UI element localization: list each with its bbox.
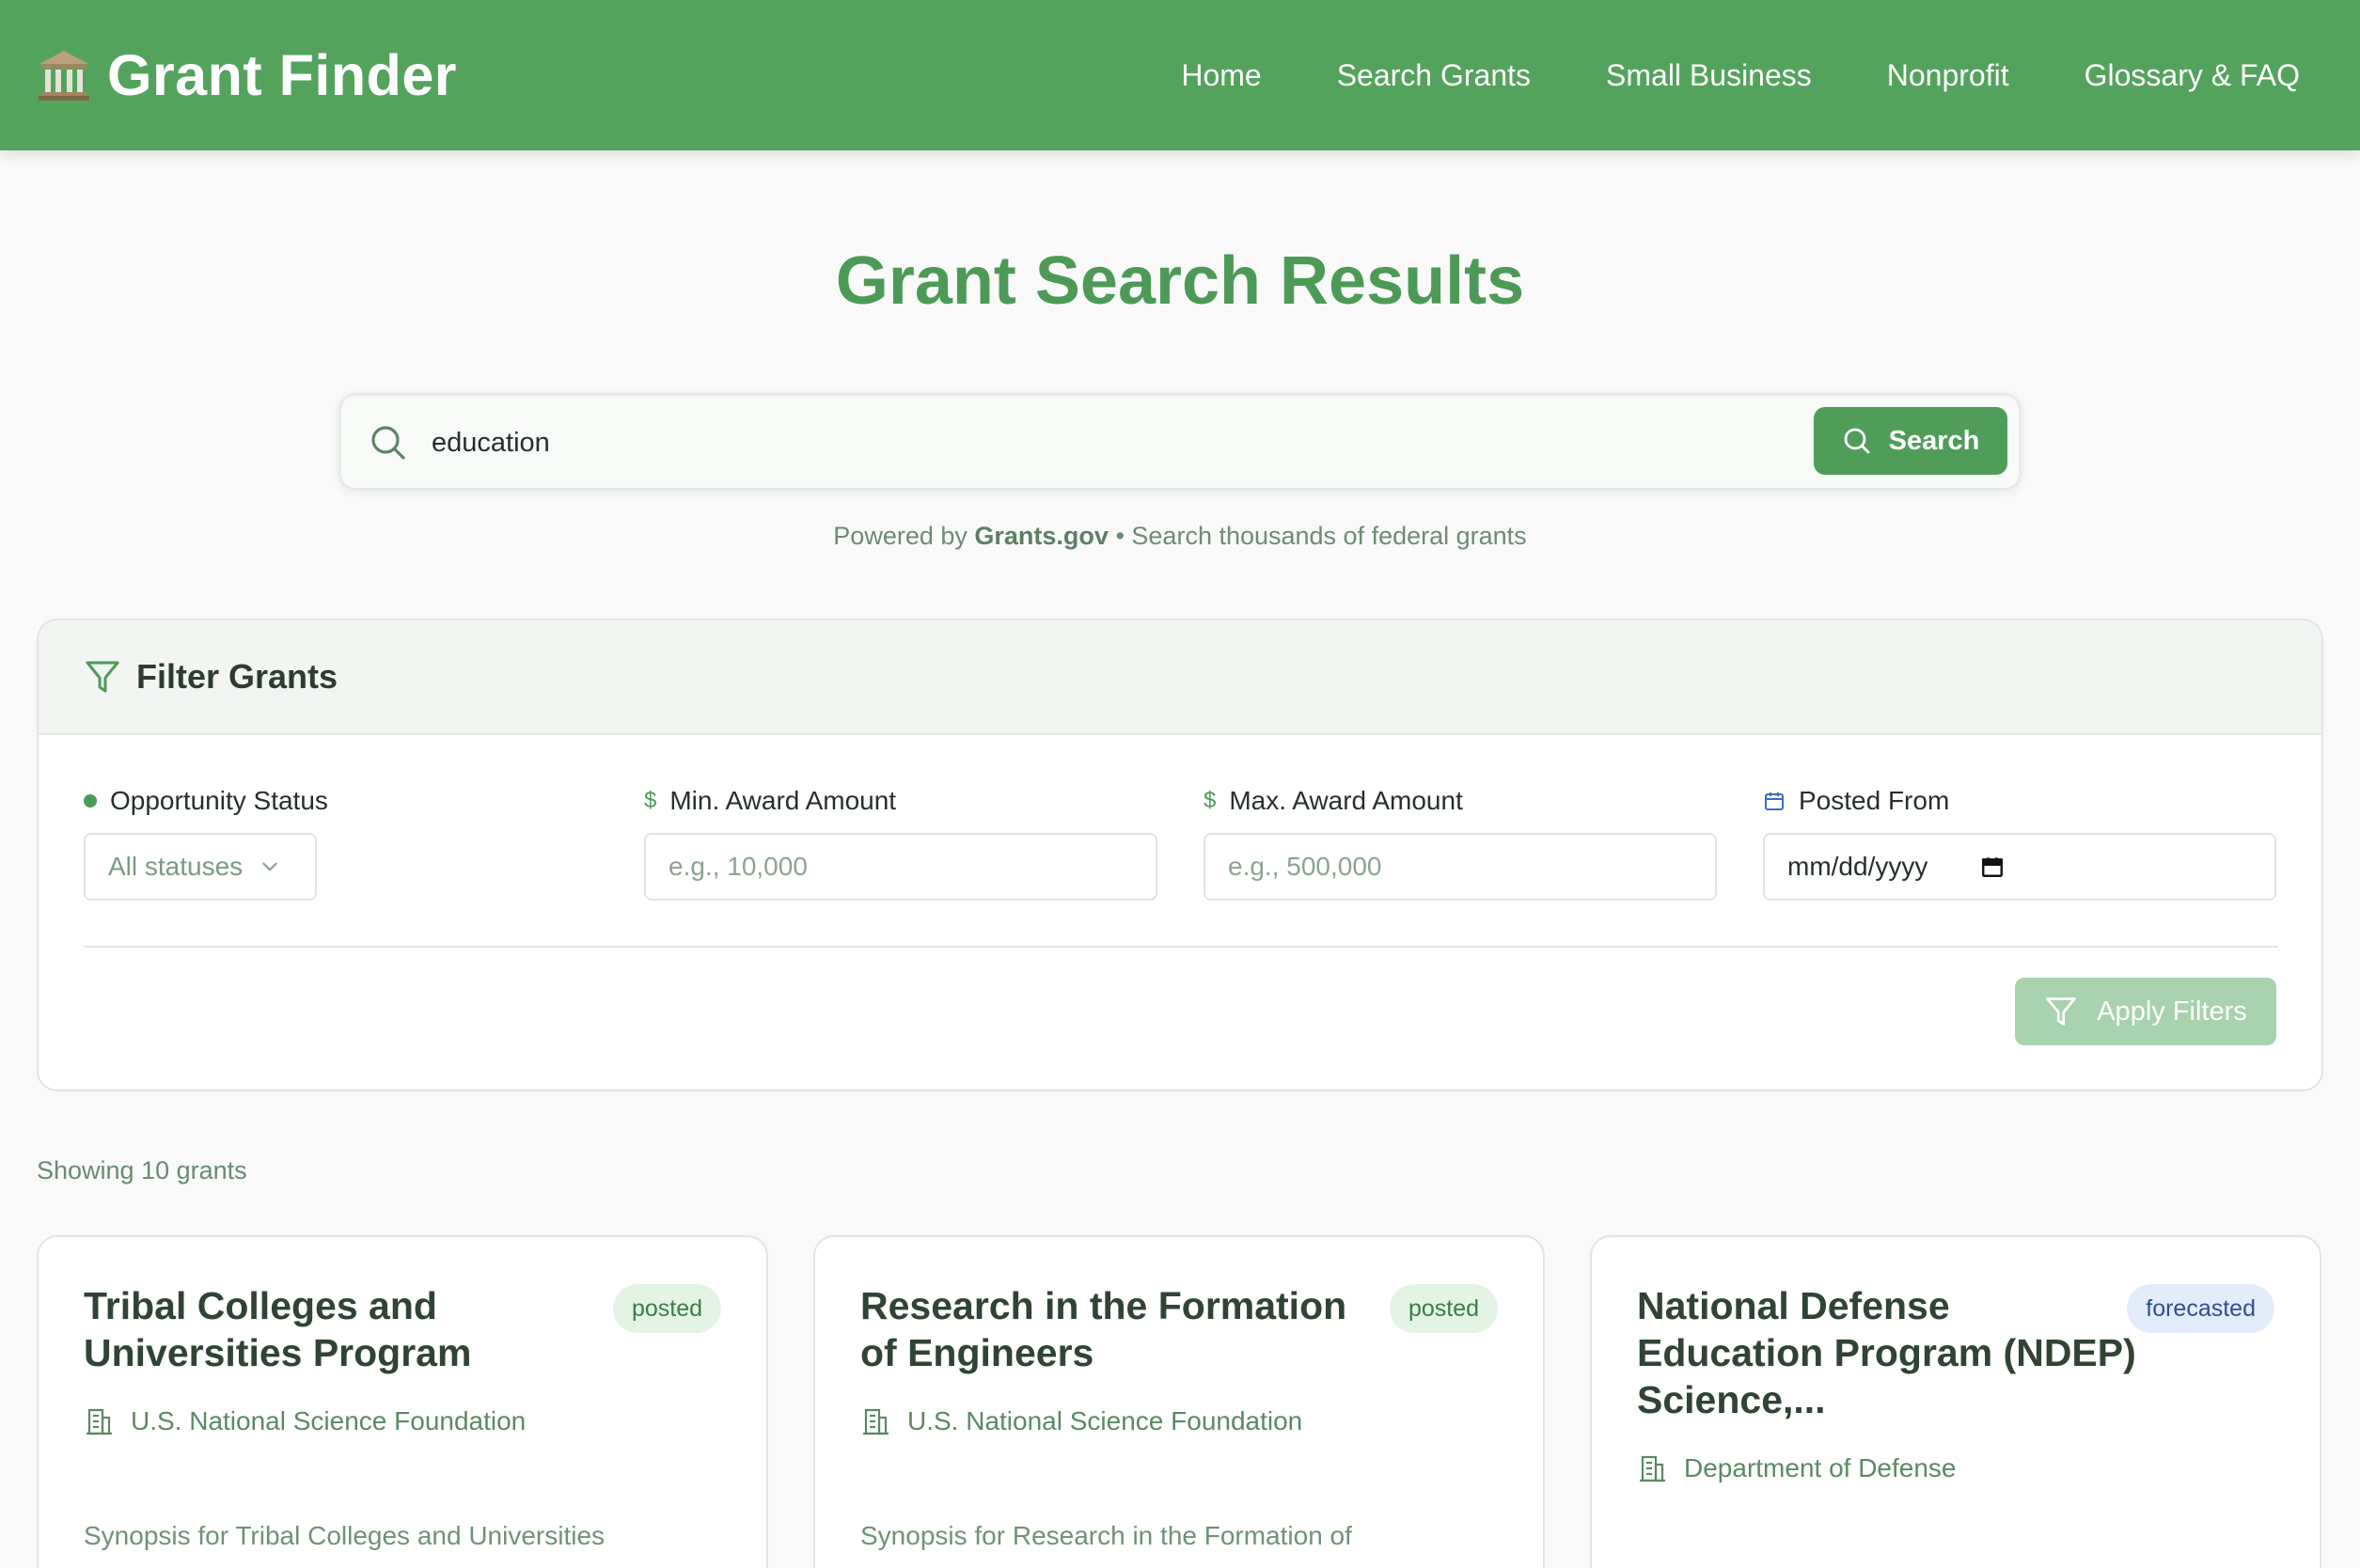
min-award-label-text: Min. Award Amount xyxy=(669,786,897,815)
max-award-label-text: Max. Award Amount xyxy=(1229,786,1463,815)
powered-by-text: Powered by Grants.gov • Search thousands… xyxy=(0,522,2360,551)
search-input[interactable] xyxy=(432,416,1372,469)
search-button-label: Search xyxy=(1888,425,1980,456)
filter-icon xyxy=(86,661,119,693)
calendar-picker-icon[interactable] xyxy=(1980,855,2005,879)
grant-title[interactable]: National Defense Education Program (NDEP… xyxy=(1637,1282,2145,1423)
posted-from-label-text: Posted From xyxy=(1799,786,1950,815)
search-bar: Search xyxy=(338,393,2022,491)
app-title: Grant Finder xyxy=(107,43,458,107)
max-award-label: $ Max. Award Amount xyxy=(1204,786,1463,816)
status-badge: posted xyxy=(1389,1284,1498,1333)
min-award-label: $ Min. Award Amount xyxy=(644,786,896,816)
status-dot-icon xyxy=(84,794,97,808)
status-badge: forecasted xyxy=(2127,1284,2274,1333)
building-icon xyxy=(87,1408,112,1435)
results-count: Showing 10 grants xyxy=(37,1156,247,1184)
filter-header: Filter Grants xyxy=(39,620,2321,735)
grant-synopsis: Synopsis for Tribal Colleges and Univers… xyxy=(84,1521,606,1550)
main-nav: Home Search Grants Small Business Nonpro… xyxy=(1181,58,2300,93)
posted-from-value: mm/dd/yyyy xyxy=(1787,852,1928,881)
apply-filters-button[interactable]: Apply Filters xyxy=(2015,978,2276,1045)
grant-title[interactable]: Tribal Colleges and Universities Program xyxy=(84,1282,591,1376)
nav-small-business[interactable]: Small Business xyxy=(1606,58,1812,93)
powered-suffix: • Search thousands of federal grants xyxy=(1115,522,1527,550)
apply-filters-label: Apply Filters xyxy=(2097,996,2247,1027)
top-nav-bar: Grant Finder Home Search Grants Small Bu… xyxy=(0,0,2360,150)
dollar-icon: $ xyxy=(644,788,657,813)
dollar-icon: $ xyxy=(1204,788,1217,813)
filter-icon xyxy=(2046,997,2076,1026)
grant-agency: U.S. National Science Foundation xyxy=(860,1406,1302,1436)
posted-from-date-field[interactable]: mm/dd/yyyy xyxy=(1763,833,2276,901)
grant-card[interactable]: Research in the Formation of Engineers p… xyxy=(813,1235,1545,1568)
posted-from-label: Posted From xyxy=(1763,786,1949,816)
status-label: Opportunity Status xyxy=(84,786,328,816)
grant-agency: U.S. National Science Foundation xyxy=(84,1406,526,1436)
calendar-icon xyxy=(1765,792,1784,810)
powered-prefix: Powered by xyxy=(833,522,968,550)
bank-building-icon xyxy=(39,51,89,101)
max-award-input[interactable] xyxy=(1228,852,1715,882)
status-label-text: Opportunity Status xyxy=(110,786,328,815)
search-icon xyxy=(371,426,405,460)
chevron-down-icon xyxy=(262,862,277,871)
grant-synopsis: Synopsis for Research in the Formation o… xyxy=(860,1521,1352,1550)
min-award-input[interactable] xyxy=(669,852,1156,882)
min-award-field[interactable] xyxy=(644,833,1157,901)
filter-title: Filter Grants xyxy=(136,657,338,696)
grant-title[interactable]: Research in the Formation of Engineers xyxy=(860,1282,1368,1376)
powered-source: Grants.gov xyxy=(974,522,1109,550)
status-badge: posted xyxy=(612,1284,721,1333)
nav-search-grants[interactable]: Search Grants xyxy=(1337,58,1531,93)
filter-panel: Filter Grants Opportunity Status All sta… xyxy=(37,619,2323,1091)
max-award-field[interactable] xyxy=(1204,833,1717,901)
building-icon xyxy=(1640,1455,1665,1482)
search-icon xyxy=(1844,428,1870,454)
grant-agency-name: U.S. National Science Foundation xyxy=(907,1406,1303,1435)
grant-agency: Department of Defense xyxy=(1637,1453,1957,1483)
building-icon xyxy=(863,1408,889,1435)
brand[interactable]: Grant Finder xyxy=(36,42,457,108)
search-button[interactable]: Search xyxy=(1814,407,2007,475)
grant-card[interactable]: Tribal Colleges and Universities Program… xyxy=(37,1235,768,1568)
status-select-value: All statuses xyxy=(108,852,244,881)
page-title: Grant Search Results xyxy=(835,243,1525,319)
grant-card[interactable]: National Defense Education Program (NDEP… xyxy=(1590,1235,2321,1568)
nav-nonprofit[interactable]: Nonprofit xyxy=(1887,58,2009,93)
grant-agency-name: U.S. National Science Foundation xyxy=(131,1406,527,1435)
nav-glossary-faq[interactable]: Glossary & FAQ xyxy=(2085,58,2300,93)
nav-home[interactable]: Home xyxy=(1181,58,1261,93)
status-select[interactable]: All statuses xyxy=(84,833,317,901)
filter-divider xyxy=(84,946,2278,948)
grant-agency-name: Department of Defense xyxy=(1684,1453,1957,1482)
